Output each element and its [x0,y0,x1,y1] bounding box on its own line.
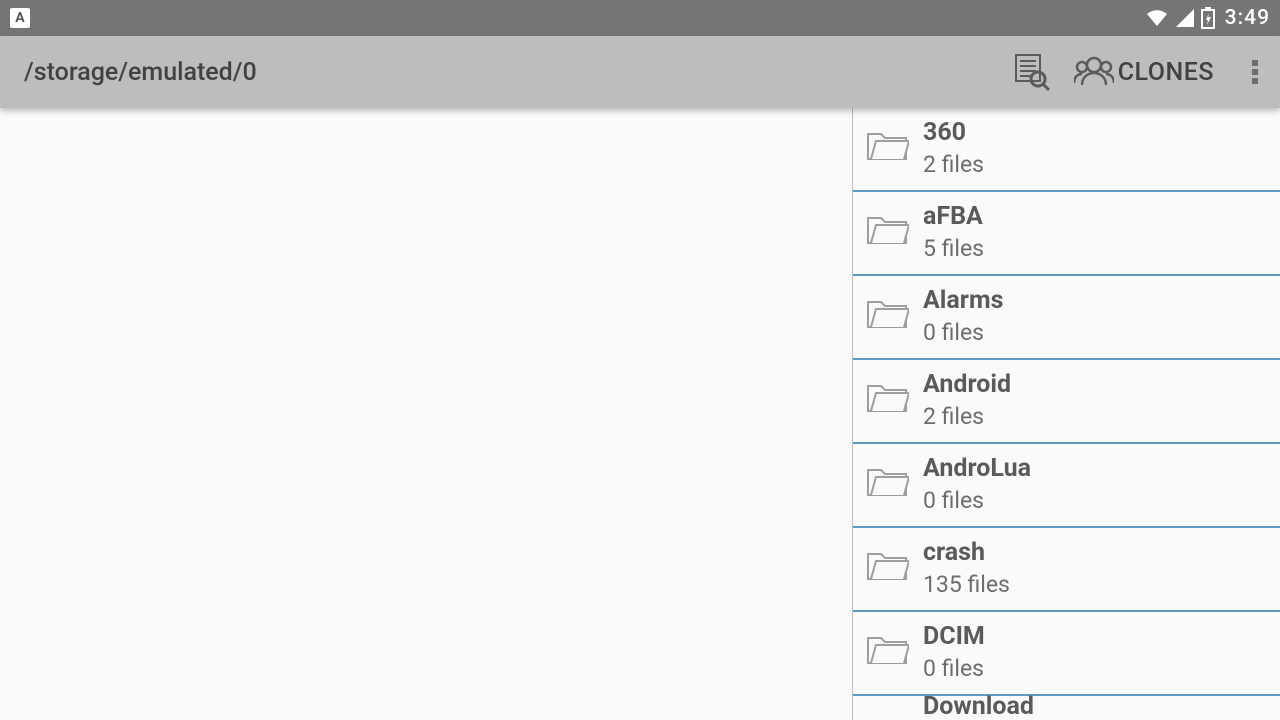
more-vert-icon [1252,58,1258,86]
folder-name: Download [923,692,1034,720]
folder-text: aFBA 5 files [923,202,984,264]
folder-name: DCIM [923,622,985,652]
folder-icon [865,127,909,171]
content-area: 360 2 files aFBA 5 files Alarms 0 files … [0,108,1280,720]
folder-text: DCIM 0 files [923,622,985,684]
search-button[interactable] [1014,53,1052,91]
folder-row[interactable]: crash 135 files [853,528,1280,612]
folder-icon [865,631,909,675]
status-right: 3:49 [1145,6,1270,30]
folder-text: AndroLua 0 files [923,454,1031,516]
folder-file-count: 5 files [923,234,984,264]
folder-file-count: 135 files [923,570,1010,600]
folder-icon [865,547,909,591]
folder-icon [865,379,909,423]
folder-file-count: 2 files [923,402,1011,432]
battery-charging-icon [1201,7,1215,29]
folder-row-partial[interactable]: Download [853,696,1280,720]
group-icon [1074,55,1114,89]
folder-row[interactable]: Alarms 0 files [853,276,1280,360]
current-path: /storage/emulated/0 [24,58,1014,87]
folder-file-count: 0 files [923,318,1003,348]
folder-list[interactable]: 360 2 files aFBA 5 files Alarms 0 files … [853,108,1280,720]
clock: 3:49 [1225,6,1270,30]
folder-file-count: 0 files [923,654,985,684]
folder-row[interactable]: DCIM 0 files [853,612,1280,696]
folder-name: aFBA [923,202,984,232]
folder-row[interactable]: 360 2 files [853,108,1280,192]
folder-name: 360 [923,118,984,148]
left-pane [0,108,853,720]
clones-label: CLONES [1118,58,1214,87]
folder-row[interactable]: aFBA 5 files [853,192,1280,276]
status-bar: A 3:49 [0,0,1280,36]
folder-text: crash 135 files [923,538,1010,600]
app-icon: A [10,8,30,28]
folder-file-count: 0 files [923,486,1031,516]
signal-icon [1175,8,1195,28]
folder-file-count: 2 files [923,150,984,180]
toolbar: /storage/emulated/0 CLONES [0,36,1280,108]
folder-name: Alarms [923,286,1003,316]
list-search-icon [1014,53,1052,91]
wifi-icon [1145,8,1169,28]
folder-name: crash [923,538,1010,568]
folder-text: Alarms 0 files [923,286,1003,348]
folder-name: Android [923,370,1011,400]
folder-icon [865,211,909,255]
overflow-menu-button[interactable] [1252,58,1258,86]
folder-row[interactable]: Android 2 files [853,360,1280,444]
folder-text: 360 2 files [923,118,984,180]
folder-icon [865,463,909,507]
folder-text: Android 2 files [923,370,1011,432]
folder-icon [865,295,909,339]
clones-button[interactable]: CLONES [1074,55,1214,89]
folder-row[interactable]: AndroLua 0 files [853,444,1280,528]
status-left: A [10,8,30,28]
folder-name: AndroLua [923,454,1031,484]
